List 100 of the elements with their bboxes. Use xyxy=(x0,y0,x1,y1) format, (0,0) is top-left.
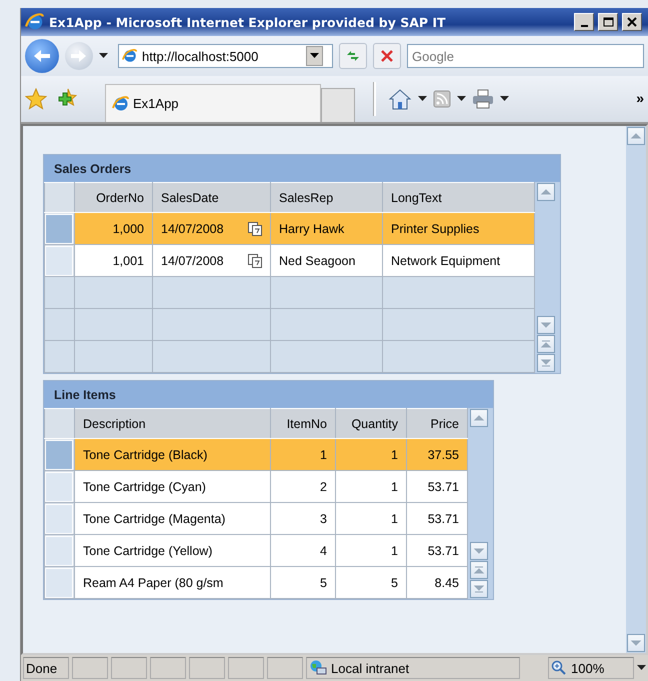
table-cell: Tone Cartridge (Magenta) xyxy=(74,502,270,534)
printer-icon[interactable] xyxy=(472,89,494,109)
minimize-button[interactable] xyxy=(574,13,594,31)
calendar-icon[interactable] xyxy=(248,254,262,268)
close-icon xyxy=(627,17,637,27)
page-scrollbar[interactable] xyxy=(626,126,646,653)
calendar-icon[interactable] xyxy=(248,222,262,236)
table-cell: 1,000 xyxy=(74,212,152,244)
status-pane xyxy=(111,657,147,679)
refresh-button[interactable] xyxy=(339,43,367,69)
table-cell: Tone Cartridge (Yellow) xyxy=(74,534,270,566)
scroll-down-button[interactable] xyxy=(537,316,555,334)
status-text: Done xyxy=(23,657,69,679)
table-cell: 14/07/2008 xyxy=(161,254,224,268)
dropdown-button[interactable] xyxy=(306,46,323,66)
status-pane xyxy=(72,657,108,679)
table-cell: 1 xyxy=(336,438,406,470)
caret-icon xyxy=(310,53,319,59)
table-cell: 2 xyxy=(270,470,336,502)
caret-icon[interactable] xyxy=(637,665,646,671)
table-cell: Tone Cartridge (Black) xyxy=(74,438,270,470)
caret-icon[interactable] xyxy=(457,96,466,102)
table-cell: 1 xyxy=(336,502,406,534)
maximize-button[interactable] xyxy=(598,13,618,31)
column-header[interactable]: SalesRep xyxy=(270,182,382,212)
minimize-icon xyxy=(580,25,588,27)
panel-title: Line Items xyxy=(44,381,493,408)
status-pane xyxy=(267,657,303,679)
table-cell: Printer Supplies xyxy=(382,212,534,244)
panel-title: Sales Orders xyxy=(44,155,560,182)
network-globe-icon xyxy=(309,660,327,676)
table-cell: 1 xyxy=(270,438,336,470)
scroll-down-button[interactable] xyxy=(470,542,488,560)
ie-logo-icon xyxy=(25,12,45,32)
column-header[interactable]: ItemNo xyxy=(270,408,336,438)
forward-button[interactable] xyxy=(65,42,93,70)
favorites-star-icon[interactable] xyxy=(25,88,47,110)
column-header[interactable]: Quantity xyxy=(336,408,406,438)
table-cell: 53.71 xyxy=(406,534,468,566)
home-icon[interactable] xyxy=(388,88,412,110)
column-header[interactable]: SalesDate xyxy=(152,182,270,212)
arrow-left-icon xyxy=(32,48,52,64)
scroll-bottom-button[interactable] xyxy=(537,354,555,372)
scroll-bottom-button[interactable] xyxy=(470,580,488,598)
window-title: Ex1App - Microsoft Internet Explorer provided by SAP IT xyxy=(49,14,447,30)
zoom-level[interactable]: 100% xyxy=(548,657,634,679)
table-cell: 8.45 xyxy=(406,566,468,598)
column-header[interactable]: Price xyxy=(406,408,468,438)
table-cell: 5 xyxy=(336,566,406,598)
table-cell: Harry Hawk xyxy=(270,212,382,244)
scrollbar[interactable] xyxy=(535,182,560,373)
close-button[interactable] xyxy=(622,13,642,31)
table-cell: 1 xyxy=(336,470,406,502)
back-button[interactable] xyxy=(25,39,59,73)
table-cell: 5 xyxy=(270,566,336,598)
new-tab-button[interactable] xyxy=(321,88,355,122)
search-field[interactable]: Google xyxy=(407,44,644,68)
stop-icon xyxy=(380,49,394,63)
table-cell: 14/07/2008 xyxy=(161,222,224,236)
stop-button[interactable] xyxy=(373,43,401,69)
status-pane xyxy=(228,657,264,679)
caret-icon[interactable] xyxy=(99,53,108,59)
table-cell: 53.71 xyxy=(406,502,468,534)
browser-tab[interactable]: Ex1App xyxy=(105,84,321,122)
row-selector[interactable] xyxy=(45,214,73,244)
overflow-chevron[interactable]: » xyxy=(636,90,644,106)
column-header[interactable]: OrderNo xyxy=(74,182,152,212)
scrollbar[interactable] xyxy=(468,408,493,599)
ie-logo-icon xyxy=(112,94,130,112)
page-icon xyxy=(122,48,138,64)
table-cell: Network Equipment xyxy=(382,244,534,276)
scroll-up-button[interactable] xyxy=(537,183,555,201)
zoom-icon xyxy=(551,660,567,676)
address-field[interactable]: http://localhost:5000 xyxy=(142,48,302,64)
scroll-up-button[interactable] xyxy=(470,409,488,427)
maximize-icon xyxy=(602,17,614,27)
table-cell: Tone Cartridge (Cyan) xyxy=(74,470,270,502)
address-bar[interactable]: http://localhost:5000 xyxy=(118,44,333,68)
arrow-right-icon xyxy=(70,49,88,63)
caret-icon[interactable] xyxy=(418,96,427,102)
caret-icon[interactable] xyxy=(500,96,509,102)
scroll-top-button[interactable] xyxy=(537,335,555,353)
column-header[interactable]: Description xyxy=(74,408,270,438)
status-pane xyxy=(150,657,186,679)
table-cell: Ned Seagoon xyxy=(270,244,382,276)
table-cell: 53.71 xyxy=(406,470,468,502)
status-pane xyxy=(189,657,225,679)
refresh-arrows-icon xyxy=(345,49,361,63)
security-zone: Local intranet xyxy=(306,657,520,679)
table-cell: 1 xyxy=(336,534,406,566)
scroll-top-button[interactable] xyxy=(470,561,488,579)
table-cell: 1,001 xyxy=(74,244,152,276)
row-selector[interactable] xyxy=(45,440,73,470)
column-header[interactable]: LongText xyxy=(382,182,534,212)
rss-feed-icon[interactable] xyxy=(433,90,451,108)
table-cell: Ream A4 Paper (80 g/sm xyxy=(74,566,270,598)
scroll-up-button[interactable] xyxy=(627,127,645,145)
scroll-down-button[interactable] xyxy=(627,634,645,652)
table-cell: 4 xyxy=(270,534,336,566)
table-cell: 37.55 xyxy=(406,438,468,470)
